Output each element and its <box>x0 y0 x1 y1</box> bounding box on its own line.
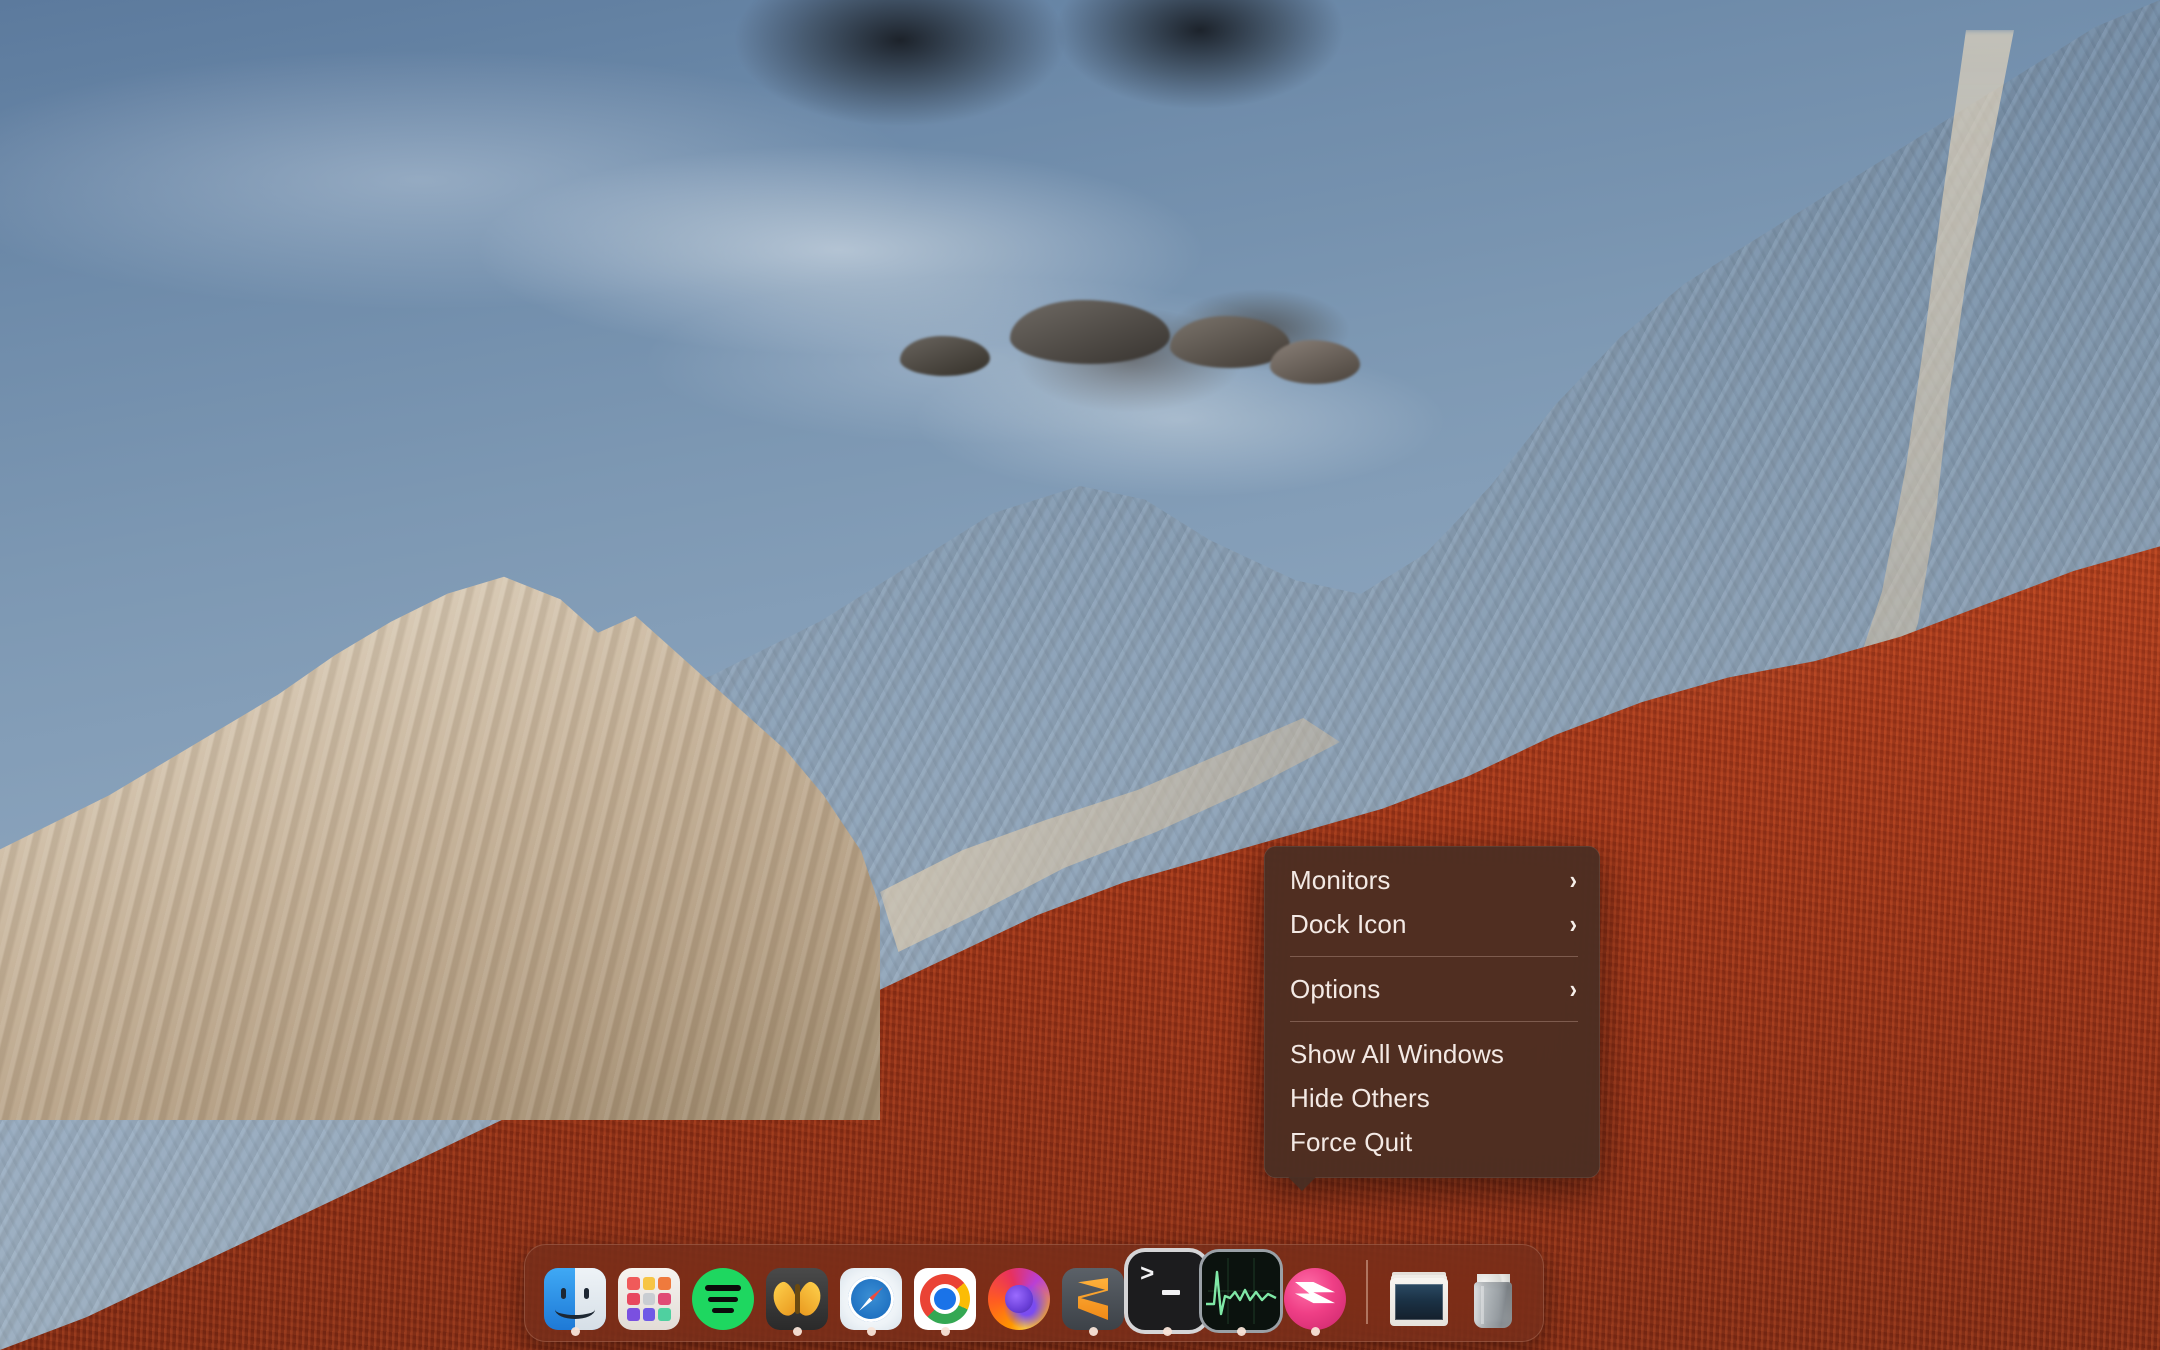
sea-rock <box>900 336 990 376</box>
menu-item-dock-icon[interactable]: Dock Icon › <box>1264 902 1600 946</box>
dock-item-activity-monitor[interactable] <box>1202 1250 1280 1336</box>
sublime-text-icon[interactable] <box>1062 1268 1124 1330</box>
menu-separator <box>1290 956 1578 957</box>
running-indicator <box>1310 1327 1320 1336</box>
finder-icon[interactable] <box>544 1268 606 1330</box>
running-indicator <box>866 1327 876 1336</box>
dock-item-launchpad[interactable] <box>614 1250 684 1336</box>
stack-icon[interactable] <box>1390 1278 1448 1326</box>
dock-separator <box>1366 1260 1368 1324</box>
menu-separator <box>1290 1021 1578 1022</box>
dock-item-firefox[interactable] <box>984 1250 1054 1336</box>
chevron-right-icon: › <box>1569 865 1578 895</box>
emacs-icon[interactable] <box>766 1268 828 1330</box>
running-indicator <box>570 1327 580 1336</box>
chevron-right-icon: › <box>1569 909 1578 939</box>
menu-item-show-all-windows[interactable]: Show All Windows <box>1264 1032 1600 1076</box>
menu-item-hide-others[interactable]: Hide Others <box>1264 1076 1600 1120</box>
skitch-icon[interactable] <box>1284 1268 1346 1330</box>
desktop-screen: Monitors › Dock Icon › Options › Show Al… <box>0 0 2160 1350</box>
dock-item-emacs[interactable] <box>762 1250 832 1336</box>
trash-icon[interactable] <box>1466 1272 1520 1330</box>
running-indicator <box>792 1327 802 1336</box>
launchpad-icon[interactable] <box>618 1268 680 1330</box>
menu-item-label: Options <box>1290 974 1381 1004</box>
menu-pointer-tail <box>1288 1177 1316 1191</box>
menu-item-label: Dock Icon <box>1290 909 1407 939</box>
menu-item-label: Force Quit <box>1290 1127 1413 1157</box>
dock-item-finder[interactable] <box>540 1250 610 1336</box>
dock-item-spotify[interactable] <box>688 1250 758 1336</box>
running-indicator <box>1236 1327 1246 1336</box>
chevron-right-icon: › <box>1569 974 1578 1004</box>
menu-item-label: Monitors <box>1290 865 1391 895</box>
chrome-icon[interactable] <box>914 1268 976 1330</box>
activity-monitor-icon[interactable] <box>1202 1252 1280 1330</box>
menu-item-options[interactable]: Options › <box>1264 967 1600 1011</box>
dock-item-trash[interactable] <box>1458 1250 1528 1336</box>
spotify-icon[interactable] <box>692 1268 754 1330</box>
terminal-icon[interactable]: > <box>1128 1252 1206 1330</box>
menu-item-force-quit[interactable]: Force Quit <box>1264 1120 1600 1164</box>
terminal-prompt-glyph: > <box>1140 1262 1155 1289</box>
running-indicator <box>940 1327 950 1336</box>
dock-context-menu[interactable]: Monitors › Dock Icon › Options › Show Al… <box>1264 846 1600 1191</box>
dock-item-skitch[interactable] <box>1280 1250 1350 1336</box>
dock-item-terminal[interactable]: > <box>1128 1250 1206 1336</box>
running-indicator <box>1162 1327 1172 1336</box>
dock-item-screenshots-stack[interactable] <box>1384 1250 1454 1336</box>
firefox-icon[interactable] <box>988 1268 1050 1330</box>
dock-item-sublime-text[interactable] <box>1058 1250 1128 1336</box>
menu-item-label: Hide Others <box>1290 1083 1430 1113</box>
menu-item-monitors[interactable]: Monitors › <box>1264 858 1600 902</box>
dock[interactable]: > <box>524 1244 1544 1342</box>
dock-item-safari[interactable] <box>836 1250 906 1336</box>
dock-item-chrome[interactable] <box>910 1250 980 1336</box>
safari-icon[interactable] <box>840 1268 902 1330</box>
running-indicator <box>1088 1327 1098 1336</box>
menu-item-label: Show All Windows <box>1290 1039 1505 1069</box>
